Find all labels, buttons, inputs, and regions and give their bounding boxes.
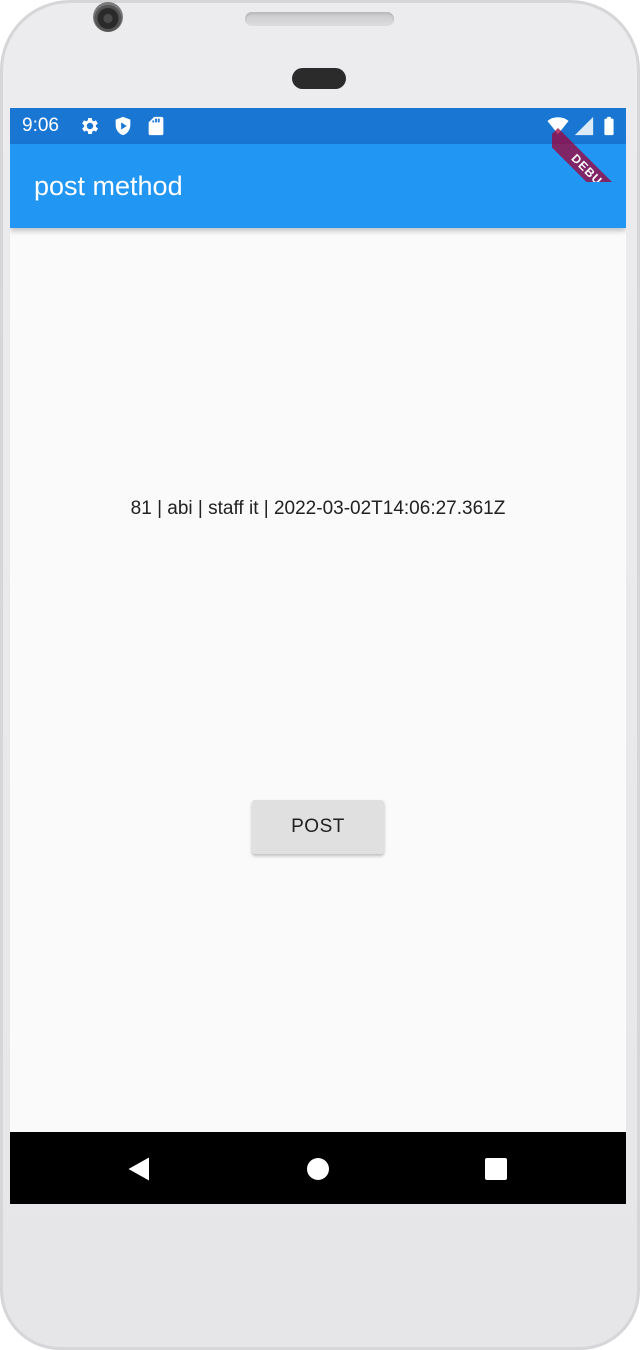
app-bar: post method <box>10 144 626 228</box>
earpiece-speaker <box>245 12 394 26</box>
sd-card-icon <box>145 115 167 137</box>
recents-icon[interactable] <box>483 1156 509 1182</box>
phone-frame: 9:06 DEBUG post method 81 | abi | staff … <box>0 0 640 1350</box>
debug-banner-label: DEBUG <box>552 128 626 182</box>
post-button[interactable]: POST <box>252 800 384 854</box>
device-screen: 9:06 DEBUG post method 81 | abi | staff … <box>10 108 626 1204</box>
status-bar: 9:06 <box>10 108 626 144</box>
back-icon[interactable] <box>126 1156 152 1182</box>
shield-play-icon <box>112 115 134 137</box>
home-icon[interactable] <box>305 1156 331 1182</box>
navigation-bar <box>10 1132 626 1204</box>
post-result-text: 81 | abi | staff it | 2022-03-02T14:06:2… <box>130 498 506 519</box>
main-content: 81 | abi | staff it | 2022-03-02T14:06:2… <box>10 228 626 1132</box>
status-time: 9:06 <box>22 115 59 136</box>
front-camera <box>93 2 123 32</box>
debug-banner: DEBUG <box>552 108 626 182</box>
proximity-sensor <box>292 68 346 89</box>
gear-icon <box>79 115 101 137</box>
page-title: post method <box>34 171 183 201</box>
